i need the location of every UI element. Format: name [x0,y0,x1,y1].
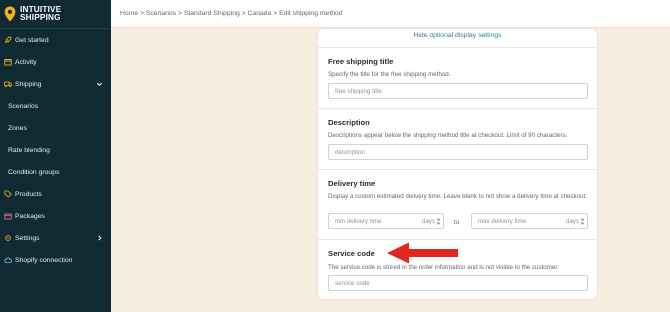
sidebar-item-zones[interactable]: Zones [0,117,111,139]
min-delivery-time-input[interactable]: min delivery time days [328,213,444,229]
sidebar-item-packages[interactable]: Packages [0,205,111,227]
rocket-icon [4,36,12,44]
shipping-submenu: Scenarios Zones Rate blending Condition … [0,95,111,183]
sidebar: INTUITIVE SHIPPING Get started Activity … [0,0,111,312]
top-bar: Home > Scenarios > Standard Shipping > C… [111,0,670,28]
sidebar-item-label: Shopify connection [15,256,73,264]
sidebar-item-label: Products [15,190,42,198]
sidebar-item-get-started[interactable]: Get started [0,29,111,51]
sidebar-item-label: Settings [15,234,40,242]
max-delivery-time-input[interactable]: max delivery time days [471,213,588,229]
hide-optional-settings-link[interactable]: Hide optional display settings [318,32,597,39]
chevron-right-icon[interactable] [96,235,103,242]
sidebar-item-rate-blending[interactable]: Rate blending [0,139,111,161]
divider [318,169,597,170]
breadcrumb[interactable]: Home > Scenarios > Standard Shipping > C… [120,10,343,17]
description-help-text: Descriptions appear below the shipping m… [328,132,568,139]
divider [318,47,597,48]
chevron-down-icon[interactable] [96,81,103,88]
sidebar-item-products[interactable]: Products [0,183,111,205]
delivery-time-heading: Delivery time [328,179,376,188]
sidebar-item-scenarios[interactable]: Scenarios [0,95,111,117]
activity-icon [4,58,12,66]
sidebar-item-label: Zones [8,124,27,132]
divider [318,108,597,109]
brand-line2: SHIPPING [20,13,61,22]
free-shipping-title-input[interactable]: free shipping title [328,83,588,99]
sidebar-item-settings[interactable]: Settings [0,227,111,249]
logo[interactable]: INTUITIVE SHIPPING [0,0,111,29]
description-input[interactable]: description [328,144,588,160]
sidebar-item-condition-groups[interactable]: Condition groups [0,161,111,183]
sidebar-item-label: Activity [15,58,37,66]
map-pin-icon [4,6,16,22]
service-code-input[interactable]: service code [328,275,588,291]
free-shipping-title-heading: Free shipping title [328,57,394,66]
delivery-time-help-text: Display a custom estimated delivery time… [328,193,587,200]
days-unit-label: days [565,218,579,225]
spinner-icon[interactable] [580,217,585,226]
cloud-icon [4,256,12,264]
service-code-heading: Service code [328,249,375,258]
divider [318,239,597,240]
to-label: to [454,219,460,226]
description-heading: Description [328,118,370,127]
annotation-arrow-icon [387,242,458,264]
sidebar-item-shipping[interactable]: Shipping [0,73,111,95]
gear-icon [4,234,12,242]
free-shipping-title-description: Specify the title for the free shipping … [328,71,451,78]
sidebar-item-label: Packages [15,212,45,220]
spinner-icon[interactable] [436,217,441,226]
days-unit-label: days [421,218,435,225]
sidebar-item-label: Condition groups [8,168,60,176]
tag-icon [4,190,12,198]
box-icon [4,212,12,220]
sidebar-item-label: Rate blending [8,146,50,154]
sidebar-item-shopify-connection[interactable]: Shopify connection [0,249,111,271]
sidebar-item-label: Scenarios [8,102,39,110]
sidebar-item-label: Shipping [15,80,42,88]
sidebar-item-label: Get started [15,36,49,44]
truck-icon [4,80,12,88]
sidebar-item-activity[interactable]: Activity [0,51,111,73]
